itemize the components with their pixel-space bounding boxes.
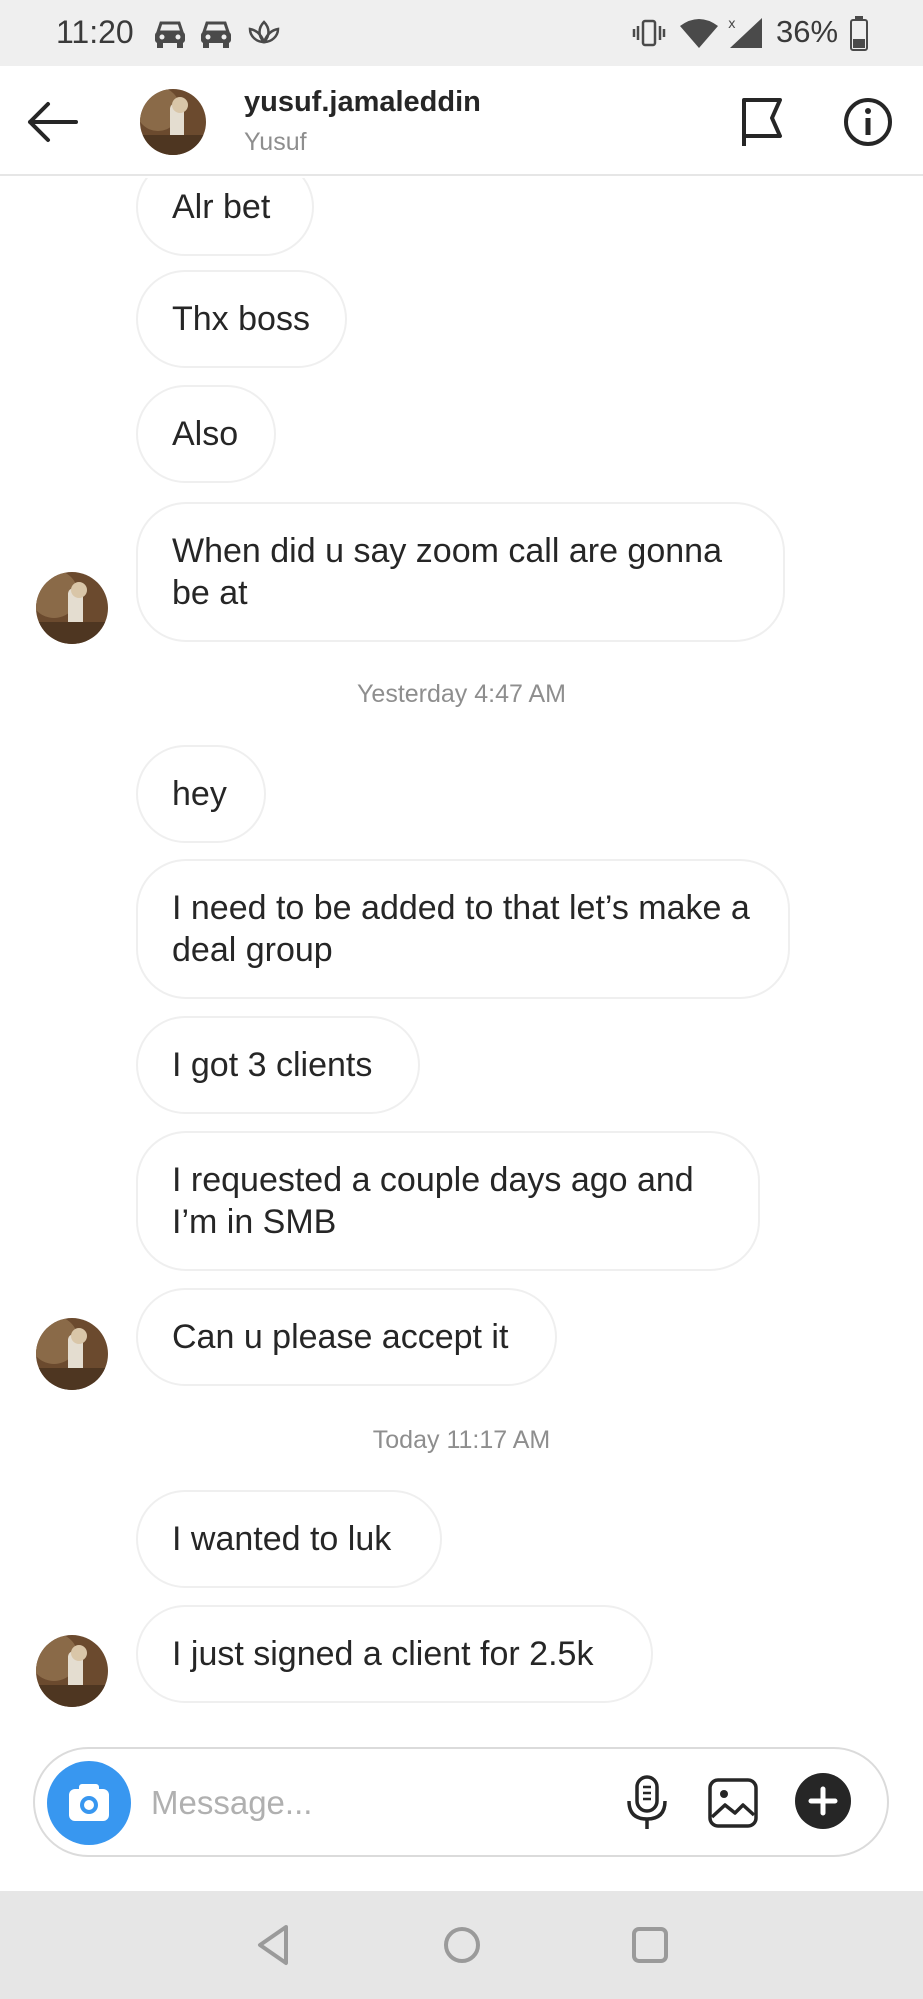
car-icon bbox=[155, 21, 185, 48]
message-bubble[interactable]: I requested a couple days ago and I’m in… bbox=[136, 1131, 760, 1271]
avatar[interactable] bbox=[36, 572, 108, 644]
message-bubble[interactable]: I need to be added to that let’s make a … bbox=[136, 859, 790, 999]
message-bubble[interactable]: hey bbox=[136, 745, 266, 843]
flag-icon[interactable] bbox=[736, 94, 788, 150]
battery-icon bbox=[850, 16, 868, 51]
system-nav-bar bbox=[0, 1891, 923, 1999]
message-bubble[interactable]: Thx boss bbox=[136, 270, 347, 368]
header-username[interactable]: yusuf.jamaleddin bbox=[244, 86, 481, 119]
timestamp: Today 11:17 AM bbox=[372, 1426, 551, 1454]
microphone-icon[interactable] bbox=[621, 1773, 673, 1833]
avatar[interactable] bbox=[36, 1635, 108, 1707]
message-bubble[interactable]: I just signed a client for 2.5k bbox=[136, 1605, 653, 1703]
chat-header: yusuf.jamaleddin Yusuf bbox=[0, 66, 923, 176]
message-composer bbox=[33, 1747, 889, 1857]
message-bubble[interactable]: I wanted to luk bbox=[136, 1490, 442, 1588]
message-input[interactable] bbox=[151, 1777, 511, 1829]
status-time: 11:20 bbox=[56, 14, 134, 50]
message-thread[interactable]: Alr bet Thx boss Also When did u say zoo… bbox=[0, 178, 923, 1743]
signal-icon: x bbox=[728, 17, 762, 48]
header-display-name: Yusuf bbox=[244, 128, 307, 156]
message-bubble[interactable]: Alr bet bbox=[136, 178, 314, 256]
camera-icon bbox=[69, 1784, 109, 1821]
back-triangle-icon[interactable] bbox=[248, 1919, 300, 1971]
plus-icon bbox=[808, 1786, 838, 1816]
lotus-icon bbox=[248, 20, 280, 44]
svg-text:x: x bbox=[728, 17, 736, 32]
message-bubble[interactable]: I got 3 clients bbox=[136, 1016, 420, 1114]
battery-percent: 36% bbox=[776, 14, 839, 49]
avatar[interactable] bbox=[140, 89, 206, 155]
vibrate-icon bbox=[632, 19, 666, 47]
home-circle-icon[interactable] bbox=[436, 1919, 488, 1971]
camera-button[interactable] bbox=[47, 1761, 131, 1845]
recents-square-icon[interactable] bbox=[624, 1919, 676, 1971]
message-bubble[interactable]: When did u say zoom call are gonna be at bbox=[136, 502, 785, 642]
avatar[interactable] bbox=[36, 1318, 108, 1390]
status-bar: 11:20 x 36% bbox=[0, 0, 923, 66]
gallery-icon[interactable] bbox=[707, 1777, 759, 1829]
message-bubble[interactable]: Also bbox=[136, 385, 276, 483]
car-icon bbox=[201, 21, 231, 48]
wifi-icon bbox=[680, 19, 718, 48]
plus-button[interactable] bbox=[795, 1773, 851, 1829]
back-arrow-icon[interactable] bbox=[22, 94, 82, 150]
timestamp: Yesterday 4:47 AM bbox=[357, 680, 566, 708]
message-bubble[interactable]: Can u please accept it bbox=[136, 1288, 557, 1386]
info-icon[interactable] bbox=[842, 96, 894, 148]
